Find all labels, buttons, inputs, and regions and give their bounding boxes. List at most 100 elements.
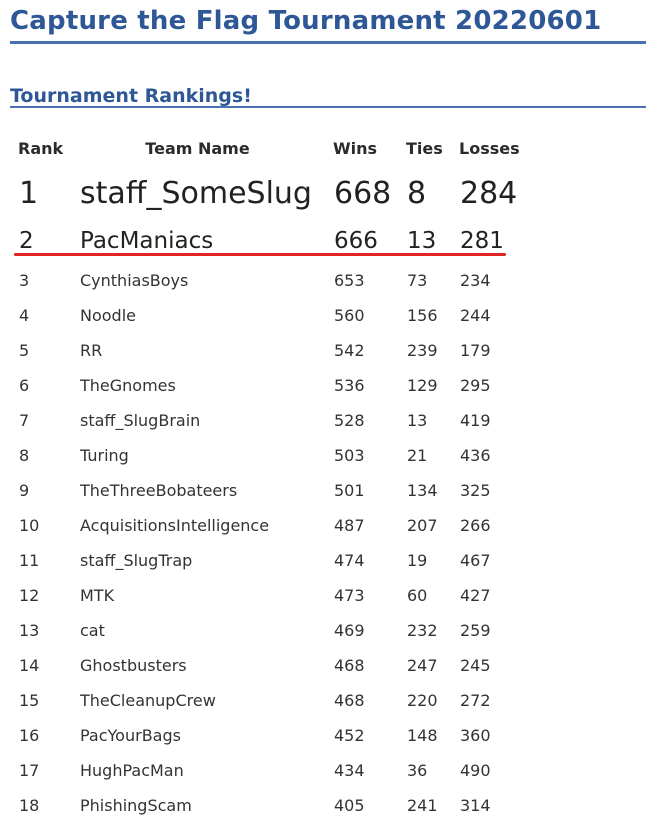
cell-losses: 314 (460, 796, 491, 815)
table-row: 18 PhishingScam 405 241 314 (10, 788, 530, 820)
table-row: 15 TheCleanupCrew 468 220 272 (10, 683, 530, 718)
cell-team-name: PacYourBags (80, 726, 181, 745)
cell-team-name: staff_SlugTrap (80, 551, 193, 570)
cell-rank: 14 (19, 656, 40, 675)
cell-team-name: staff_SomeSlug (80, 175, 312, 211)
cell-team-name: TheGnomes (80, 376, 176, 395)
cell-ties: 13 (407, 411, 428, 430)
table-row: 14 Ghostbusters 468 247 245 (10, 648, 530, 683)
section-rule (10, 106, 646, 108)
cell-losses: 325 (460, 481, 491, 500)
cell-ties: 60 (407, 586, 428, 605)
cell-losses: 436 (460, 446, 491, 465)
cell-losses: 272 (460, 691, 491, 710)
header-wins: Wins (333, 138, 378, 158)
cell-rank: 4 (19, 306, 30, 325)
table-row: 4 Noodle 560 156 244 (10, 298, 530, 333)
table-row: 3 CynthiasBoys 653 73 234 (10, 263, 530, 298)
table-row: 5 RR 542 239 179 (10, 333, 530, 368)
table-row: 6 TheGnomes 536 129 295 (10, 368, 530, 403)
table-row: 17 HughPacMan 434 36 490 (10, 753, 530, 788)
cell-wins: 473 (334, 586, 365, 605)
cell-losses: 427 (460, 586, 491, 605)
cell-team-name: Turing (80, 446, 129, 465)
table-row: 9 TheThreeBobateers 501 134 325 (10, 473, 530, 508)
cell-rank: 13 (19, 621, 40, 640)
cell-team-name: Noodle (80, 306, 136, 325)
cell-rank: 2 (19, 227, 34, 254)
cell-ties: 129 (407, 376, 438, 395)
cell-rank: 15 (19, 691, 40, 710)
page-title: Capture the Flag Tournament 20220601 (10, 6, 602, 36)
rankings-body: 1 staff_SomeSlug 668 8 284 2 PacManiacs 666 13 28… (10, 168, 530, 820)
table-row: 16 PacYourBags 452 148 360 (10, 718, 530, 753)
cell-ties: 36 (407, 761, 428, 780)
cell-losses: 295 (460, 376, 491, 395)
cell-rank: 17 (19, 761, 40, 780)
cell-team-name: PacManiacs (80, 227, 214, 254)
cell-rank: 16 (19, 726, 40, 745)
rankings-table: Rank Team Name Wins Ties Losses 1 staff_S… (10, 128, 530, 820)
cell-wins: 469 (334, 621, 365, 640)
cell-wins: 668 (334, 175, 392, 211)
cell-team-name: RR (80, 341, 103, 360)
cell-team-name: TheCleanupCrew (80, 691, 216, 710)
table-row: 1 staff_SomeSlug 668 8 284 (10, 168, 530, 218)
cell-losses: 245 (460, 656, 491, 675)
cell-team-name: PhishingScam (80, 796, 192, 815)
cell-losses: 284 (460, 175, 518, 211)
cell-wins: 468 (334, 691, 365, 710)
table-row: 2 PacManiacs 666 13 281 (10, 218, 530, 263)
table-row: 13 cat 469 232 259 (10, 613, 530, 648)
cell-losses: 179 (460, 341, 491, 360)
cell-ties: 8 (407, 175, 427, 211)
cell-ties: 220 (407, 691, 438, 710)
cell-losses: 244 (460, 306, 491, 325)
cell-rank: 6 (19, 376, 30, 395)
cell-rank: 1 (19, 175, 39, 211)
cell-wins: 474 (334, 551, 365, 570)
cell-losses: 266 (460, 516, 491, 535)
cell-ties: 156 (407, 306, 438, 325)
table-row: 11 staff_SlugTrap 474 19 467 (10, 543, 530, 578)
cell-wins: 528 (334, 411, 365, 430)
highlight-underline (14, 253, 506, 256)
table-row: 8 Turing 503 21 436 (10, 438, 530, 473)
cell-ties: 21 (407, 446, 428, 465)
cell-team-name: cat (80, 621, 105, 640)
cell-wins: 653 (334, 271, 365, 290)
header-losses: Losses (459, 138, 520, 158)
cell-team-name: MTK (80, 586, 115, 605)
cell-ties: 239 (407, 341, 438, 360)
cell-rank: 8 (19, 446, 30, 465)
cell-team-name: CynthiasBoys (80, 271, 189, 290)
cell-rank: 3 (19, 271, 30, 290)
cell-rank: 11 (19, 551, 40, 570)
cell-rank: 5 (19, 341, 30, 360)
header-ties: Ties (406, 138, 443, 158)
cell-ties: 247 (407, 656, 438, 675)
header-team-name: Team Name (145, 138, 250, 158)
cell-wins: 405 (334, 796, 365, 815)
table-row: 12 MTK 473 60 427 (10, 578, 530, 613)
cell-losses: 360 (460, 726, 491, 745)
cell-ties: 232 (407, 621, 438, 640)
table-header-row: Rank Team Name Wins Ties Losses (10, 128, 530, 168)
cell-rank: 12 (19, 586, 40, 605)
cell-wins: 452 (334, 726, 365, 745)
cell-rank: 7 (19, 411, 30, 430)
section-title: Tournament Rankings! (10, 85, 252, 107)
cell-losses: 419 (460, 411, 491, 430)
cell-wins: 468 (334, 656, 365, 675)
cell-losses: 281 (460, 227, 504, 254)
cell-losses: 490 (460, 761, 491, 780)
cell-team-name: Ghostbusters (80, 656, 187, 675)
table-row: 7 staff_SlugBrain 528 13 419 (10, 403, 530, 438)
table-row: 10 AcquisitionsIntelligence 487 207 266 (10, 508, 530, 543)
cell-ties: 73 (407, 271, 428, 290)
cell-ties: 241 (407, 796, 438, 815)
cell-ties: 134 (407, 481, 438, 500)
cell-ties: 13 (407, 227, 437, 254)
cell-wins: 536 (334, 376, 365, 395)
cell-rank: 10 (19, 516, 40, 535)
